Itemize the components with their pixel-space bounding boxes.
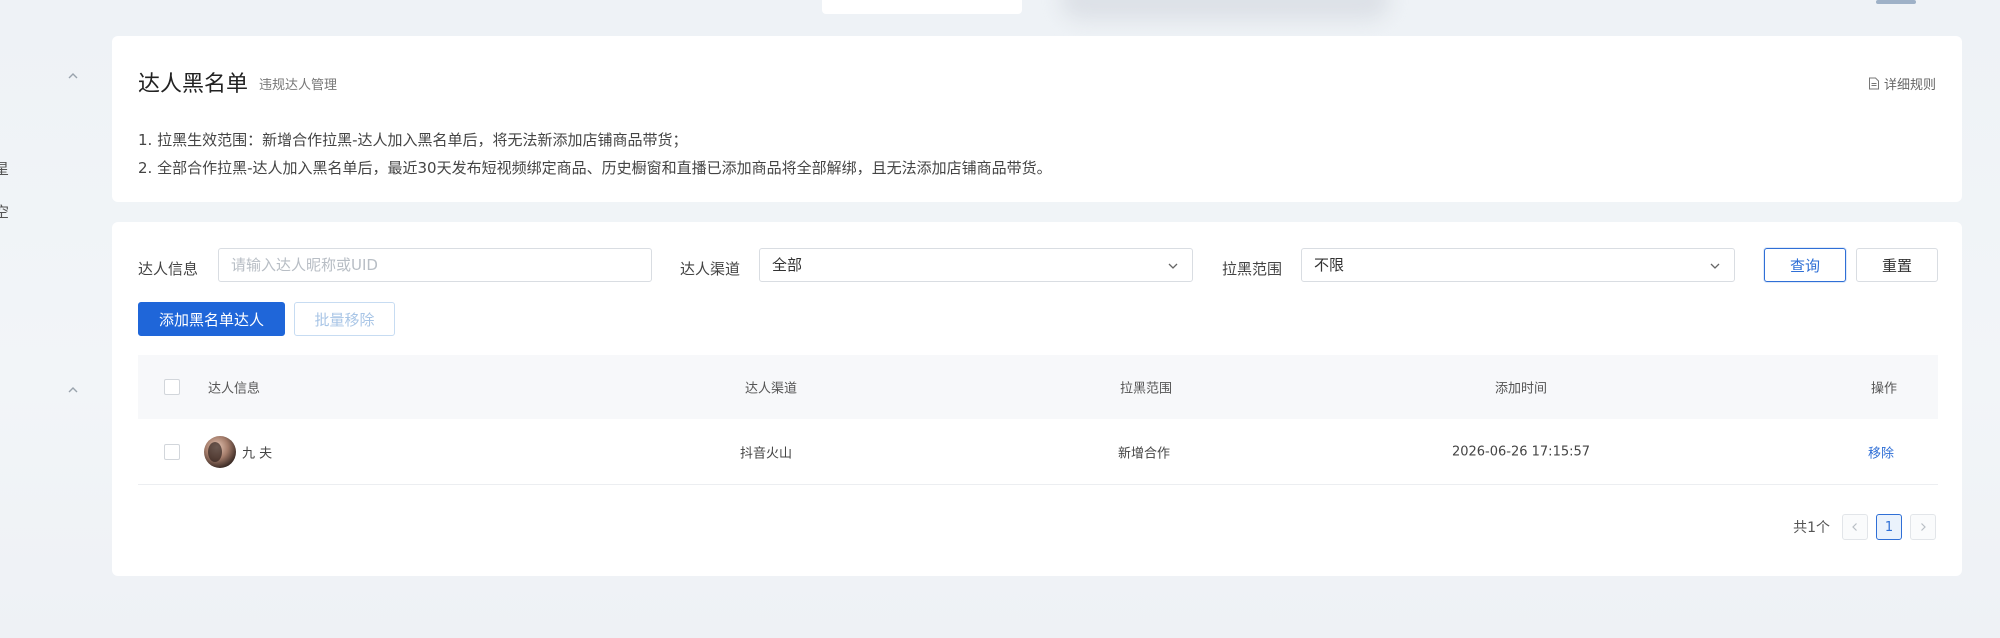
channel-label: 达人渠道 <box>680 260 741 278</box>
select-all-checkbox[interactable] <box>164 379 180 395</box>
top-accent-fragment <box>1876 0 1916 4</box>
info-input[interactable] <box>218 248 652 282</box>
page-1-button[interactable]: 1 <box>1876 514 1902 540</box>
remove-link[interactable]: 移除 <box>1868 442 1894 461</box>
chevron-up-icon[interactable] <box>66 382 86 402</box>
sidebar: 星 空 <box>0 0 110 638</box>
column-header: 添加时间 <box>1494 381 1548 397</box>
query-button[interactable]: 查询 <box>1764 248 1846 282</box>
rule-line: 2. 全部合作拉黑-达人加入黑名单后，最近30天发布短视频绑定商品、历史橱窗和直… <box>138 159 1052 177</box>
sidebar-item-label[interactable]: 星 <box>0 158 9 179</box>
row-checkbox[interactable] <box>164 443 180 460</box>
added-time: 2026-06-26 17:15:57 <box>1451 444 1591 459</box>
chevron-left-icon <box>1852 523 1857 531</box>
chevron-right-icon <box>1921 523 1926 531</box>
total-count: 共1个 <box>1793 520 1830 536</box>
document-icon <box>1868 77 1879 90</box>
rules-link-label: 详细规则 <box>1883 78 1936 93</box>
scope-select[interactable]: 不限 <box>1301 248 1735 282</box>
avatar <box>204 435 236 468</box>
main-card: 达人信息 达人渠道 全部 拉黑范围 不限 查询 重置 添加黑名单达人 批量移除 … <box>112 222 1962 576</box>
next-page-button[interactable] <box>1910 514 1936 540</box>
channel-select-value: 全部 <box>772 256 803 274</box>
reset-button[interactable]: 重置 <box>1856 248 1938 282</box>
scope-label: 拉黑范围 <box>1222 260 1283 278</box>
table-header: 达人信息 达人渠道 拉黑范围 添加时间 操作 <box>138 355 1938 419</box>
batch-remove-button[interactable]: 批量移除 <box>294 302 395 336</box>
sidebar-item-label[interactable]: 空 <box>0 201 9 222</box>
page-subtitle: 违规达人管理 <box>259 78 338 93</box>
table-row: 九 夫 抖音火山 新增合作 2026-06-26 17:15:57 移除 <box>138 419 1938 485</box>
creator-channel: 抖音火山 <box>739 446 793 461</box>
creator-name: 九 夫 <box>242 446 273 461</box>
page-title: 达人黑名单 <box>138 72 249 97</box>
column-header: 拉黑范围 <box>1119 381 1173 397</box>
chevron-up-icon[interactable] <box>66 68 86 88</box>
column-header: 操作 <box>1870 381 1898 397</box>
channel-select[interactable]: 全部 <box>759 248 1193 282</box>
top-shadow-fragment <box>1060 0 1390 20</box>
column-header: 达人渠道 <box>744 381 798 397</box>
header-card: 达人黑名单 违规达人管理 详细规则 1. 拉黑生效范围：新增合作拉黑-达人加入黑… <box>112 36 1962 202</box>
top-panel-fragment <box>822 0 1022 14</box>
rule-line: 1. 拉黑生效范围：新增合作拉黑-达人加入黑名单后，将无法新添加店铺商品带货； <box>138 131 688 149</box>
pagination: 共1个 1 <box>1793 514 1936 540</box>
prev-page-button[interactable] <box>1842 514 1868 540</box>
blacklist-table: 达人信息 达人渠道 拉黑范围 添加时间 操作 九 夫 抖音火山 新增合作 202… <box>138 355 1938 485</box>
scope-select-value: 不限 <box>1314 256 1345 274</box>
info-label: 达人信息 <box>138 260 199 278</box>
chevron-down-icon <box>1710 263 1720 269</box>
blacklist-scope: 新增合作 <box>1117 446 1171 461</box>
rules-link[interactable]: 详细规则 <box>1868 74 1936 93</box>
column-header: 达人信息 <box>208 381 261 397</box>
add-blacklist-button[interactable]: 添加黑名单达人 <box>138 302 285 336</box>
chevron-down-icon <box>1168 263 1178 269</box>
